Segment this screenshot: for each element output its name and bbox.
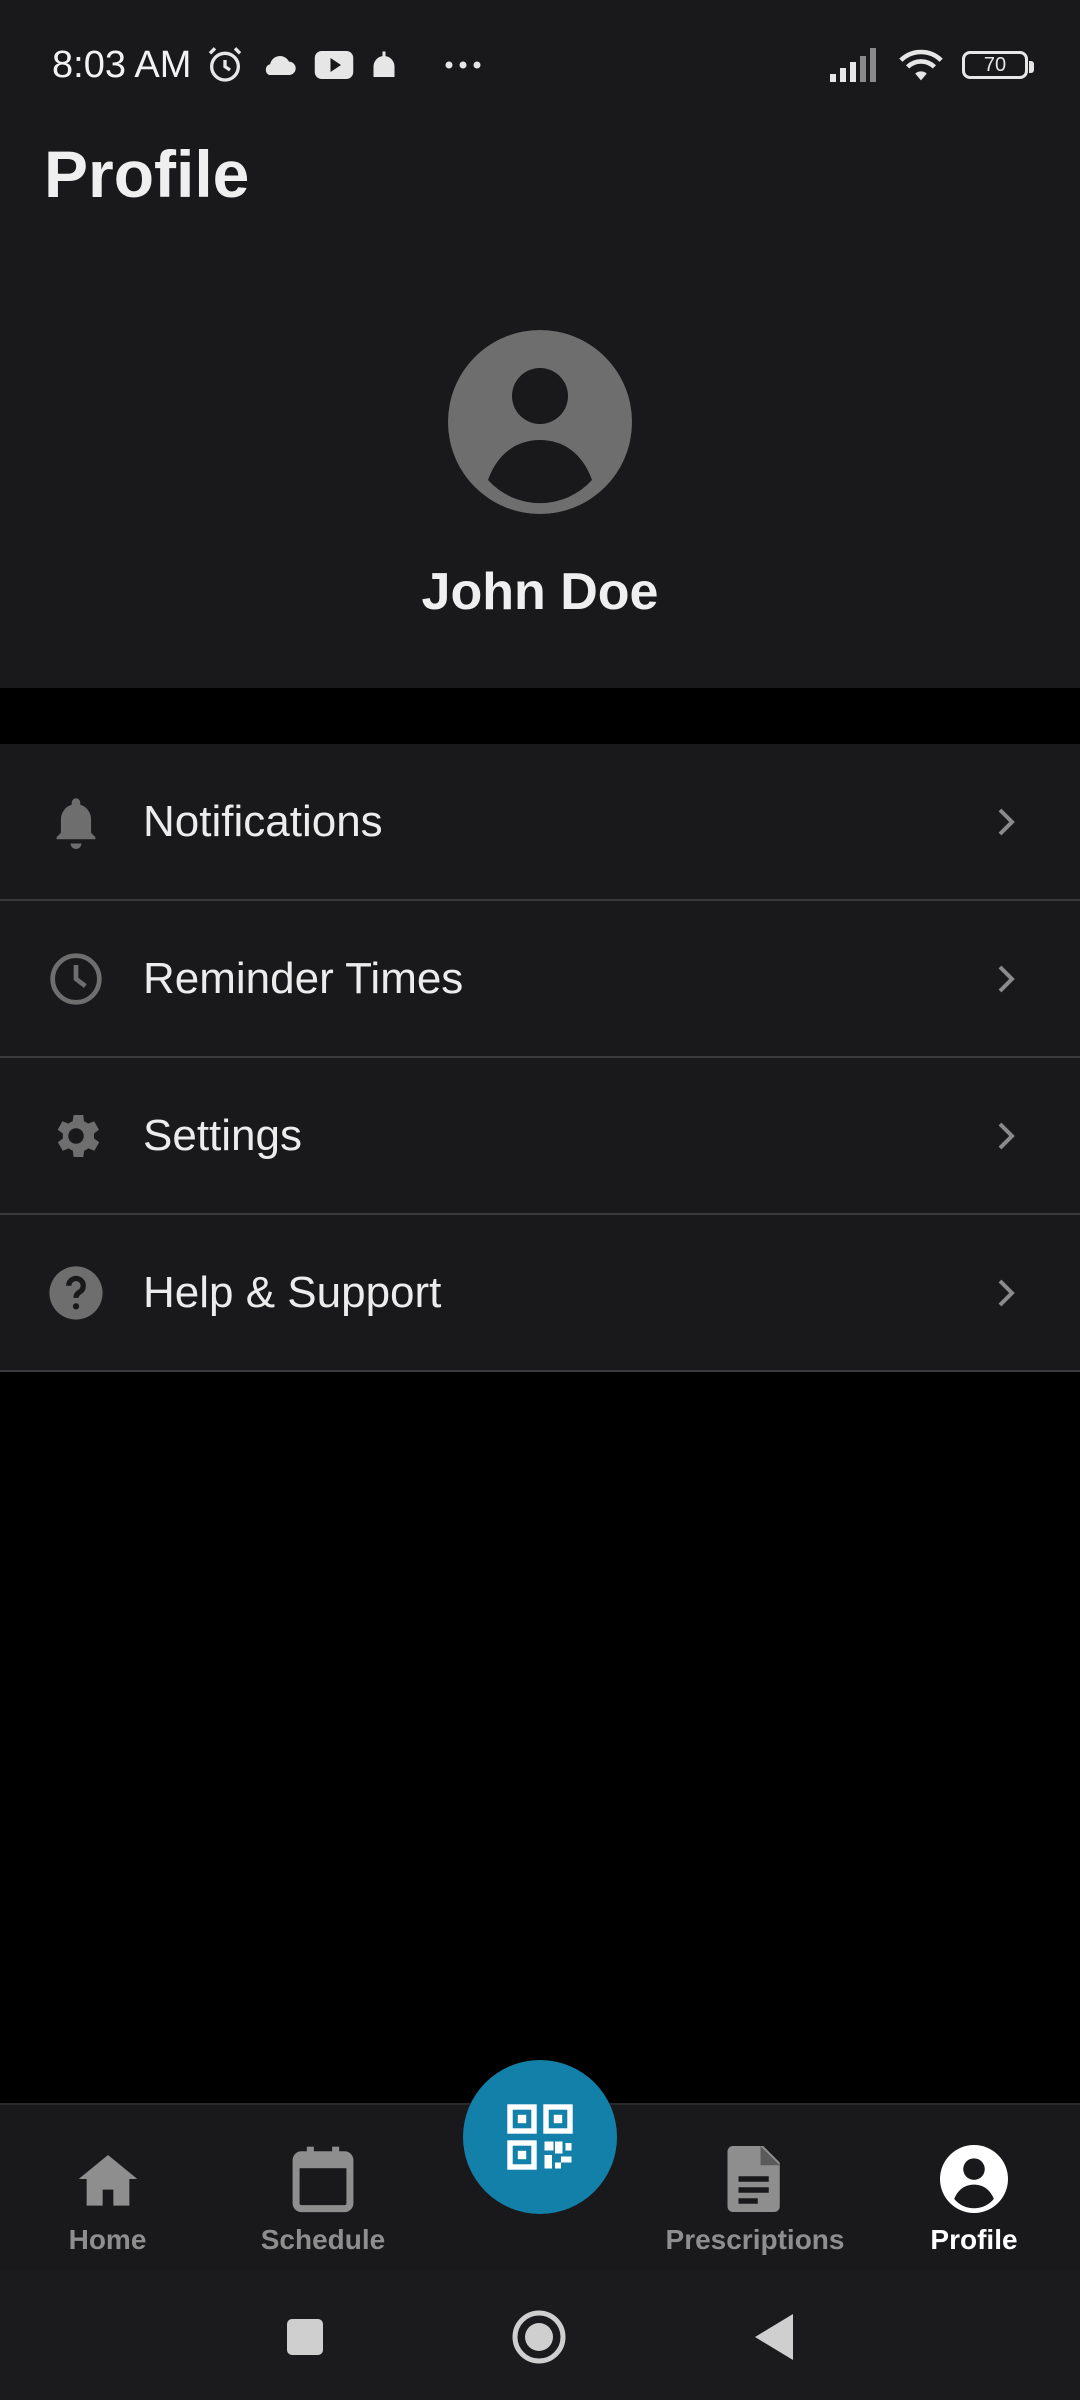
nav-label: Prescriptions [665, 2224, 845, 2255]
nav-item-prescriptions[interactable]: Prescriptions [660, 2105, 850, 2272]
youtube-icon [313, 49, 355, 81]
back-button[interactable] [748, 2310, 802, 2364]
page-title: Profile [44, 137, 250, 211]
battery-level: 70 [983, 53, 1007, 76]
menu-item-label: Notifications [143, 796, 383, 846]
status-right: 70 [830, 47, 1034, 83]
wifi-icon [898, 47, 944, 83]
nav-label: Profile [930, 2224, 1018, 2255]
bell-icon [46, 792, 106, 852]
avatar-person-icon [448, 330, 632, 514]
back-triangle-icon [755, 2314, 793, 2360]
more-dots-icon [443, 60, 483, 70]
signal-icon [830, 48, 880, 82]
nav-item-home[interactable]: Home [40, 2105, 175, 2272]
menu-item-reminder-times[interactable]: Reminder Times [0, 901, 1080, 1058]
chevron-right-icon [998, 965, 1015, 992]
menu-item-label: Reminder Times [143, 953, 464, 1003]
scan-qr-button[interactable] [463, 2060, 617, 2214]
status-time: 8:03 AM [52, 43, 192, 86]
menu-item-label: Settings [143, 1110, 302, 1160]
chevron-right-icon [998, 1122, 1015, 1149]
battery-icon: 70 [962, 51, 1034, 79]
nav-item-schedule[interactable]: Schedule [248, 2105, 398, 2272]
document-icon [720, 2144, 790, 2214]
status-bar: 8:03 AM 70 [0, 0, 1080, 130]
circle-icon [512, 2310, 566, 2364]
recent-apps-button[interactable] [278, 2310, 332, 2364]
square-icon [287, 2319, 323, 2355]
qr-code-icon [507, 2104, 573, 2170]
avatar[interactable] [448, 330, 632, 514]
nav-label: Home [68, 2224, 147, 2255]
system-nav-bar [0, 2270, 1080, 2400]
menu-item-help-support[interactable]: Help & Support [0, 1215, 1080, 1372]
home-system-button[interactable] [512, 2310, 566, 2364]
nav-item-profile[interactable]: Profile [920, 2105, 1028, 2272]
calendar-icon [288, 2144, 358, 2214]
profile-screen: 8:03 AM 70 Profile John Doe Notification… [0, 0, 1080, 2400]
status-left: 8:03 AM [52, 44, 483, 87]
menu-item-notifications[interactable]: Notifications [0, 744, 1080, 901]
help-icon [46, 1263, 106, 1323]
nav-label: Schedule [260, 2224, 386, 2255]
chevron-right-icon [998, 808, 1015, 835]
clock-icon [46, 949, 106, 1009]
mosque-icon [369, 49, 399, 81]
profile-icon [939, 2144, 1009, 2214]
cloud-icon [259, 49, 299, 81]
menu-item-label: Help & Support [143, 1267, 442, 1317]
chevron-right-icon [998, 1279, 1015, 1306]
home-icon [73, 2144, 143, 2214]
gear-icon [46, 1106, 106, 1166]
user-name: John Doe [421, 563, 659, 621]
profile-menu: Notifications Reminder Times Settings He… [0, 744, 1080, 1372]
profile-header: Profile John Doe [0, 130, 1080, 688]
menu-item-settings[interactable]: Settings [0, 1058, 1080, 1215]
alarm-icon [205, 45, 245, 85]
